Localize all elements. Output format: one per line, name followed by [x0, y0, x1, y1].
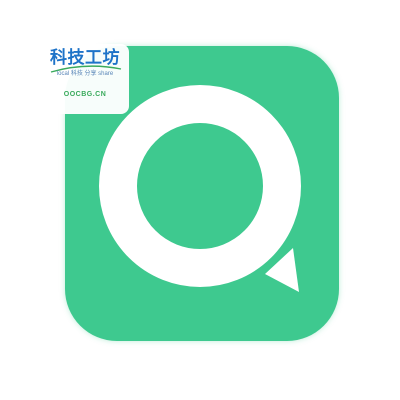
watermark-logo: 科技工坊 local 科技 分享 share OOCBG.CN — [41, 44, 129, 114]
watermark-subtitle: local 科技 分享 share — [56, 71, 114, 77]
chat-bubble-ring — [99, 85, 301, 287]
screenshot-canvas: 科技工坊 local 科技 分享 share OOCBG.CN — [0, 0, 400, 400]
watermark-url: OOCBG.CN — [63, 91, 107, 98]
